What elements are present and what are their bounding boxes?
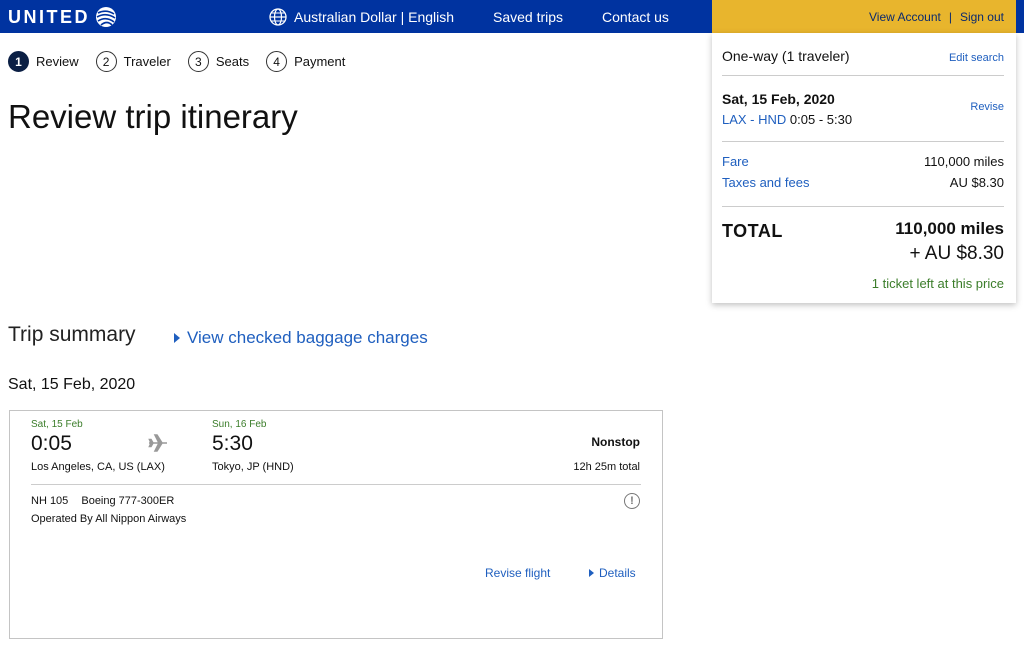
arrival-date: Sun, 16 Feb: [212, 419, 267, 430]
language-currency-selector[interactable]: Australian Dollar | English: [269, 0, 454, 33]
stops-label: Nonstop: [591, 435, 640, 449]
booking-stepper: 1 Review 2 Traveler 3 Seats 4 Payment: [8, 51, 362, 72]
departure-date: Sat, 15 Feb: [31, 419, 83, 430]
step-label: Review: [36, 54, 79, 69]
step-label: Payment: [294, 54, 346, 69]
fare-row: Fare 110,000 miles: [722, 154, 1004, 169]
account-bar: View Account | Sign out: [712, 0, 1016, 33]
united-logo[interactable]: UNITED: [8, 7, 118, 27]
caret-right-icon: [589, 569, 594, 577]
fare-link[interactable]: Fare: [722, 154, 749, 169]
language-label: Australian Dollar | English: [294, 8, 455, 25]
saved-trips-link[interactable]: Saved trips: [493, 0, 563, 33]
taxes-fees-link[interactable]: Taxes and fees: [722, 175, 809, 190]
logo-wordmark: UNITED: [8, 6, 90, 27]
summary-flight-date: Sat, 15 Feb, 2020: [722, 91, 835, 107]
departure-time: 0:05: [31, 432, 72, 455]
ticket-availability-note: 1 ticket left at this price: [871, 276, 1004, 291]
arrival-time: 5:30: [212, 432, 253, 455]
total-row: TOTAL 110,000 miles + AU $8.30: [722, 219, 1004, 265]
operated-by: Operated By All Nippon Airways: [31, 513, 187, 525]
edit-search-link[interactable]: Edit search: [949, 52, 1004, 64]
summary-divider: [722, 206, 1004, 207]
summary-divider: [722, 141, 1004, 142]
details-label: Details: [599, 566, 636, 580]
price-summary-panel: One-way (1 traveler) Edit search Sat, 15…: [712, 33, 1016, 303]
revise-link[interactable]: Revise: [970, 101, 1004, 113]
summary-times: 0:05 - 5:30: [789, 112, 853, 127]
step-number: 1: [8, 51, 29, 72]
account-separator: |: [948, 9, 952, 24]
revise-flight-link[interactable]: Revise flight: [485, 566, 550, 580]
details-link[interactable]: Details: [589, 566, 636, 580]
taxes-row: Taxes and fees AU $8.30: [722, 175, 1004, 190]
total-label: TOTAL: [722, 221, 783, 241]
baggage-charges-link[interactable]: View checked baggage charges: [174, 328, 428, 348]
flight-number: NH 105: [31, 495, 69, 507]
step-review[interactable]: 1 Review: [8, 51, 79, 72]
step-seats[interactable]: 3 Seats: [187, 51, 250, 72]
total-miles: 110,000 miles: [895, 219, 1004, 238]
contact-us-link[interactable]: Contact us: [602, 0, 669, 33]
step-number: 3: [187, 51, 209, 72]
duration-link[interactable]: 12h 25m total: [573, 461, 640, 473]
fare-value: 110,000 miles: [924, 154, 1004, 169]
sign-out-link[interactable]: Sign out: [960, 10, 1004, 24]
aircraft-type: Boeing 777-300ER: [81, 495, 175, 507]
arrival-city: Tokyo, JP (HND): [212, 461, 294, 473]
info-icon[interactable]: !: [624, 493, 640, 509]
baggage-link-label: View checked baggage charges: [187, 328, 428, 347]
caret-right-icon: [174, 333, 180, 343]
view-account-link[interactable]: View Account: [869, 10, 941, 24]
step-traveler[interactable]: 2 Traveler: [95, 51, 171, 72]
summary-divider: [722, 75, 1004, 76]
trip-date: Sat, 15 Feb, 2020: [8, 376, 136, 393]
step-number: 2: [95, 51, 117, 72]
trip-type-row: One-way (1 traveler) Edit search: [722, 48, 1004, 64]
globe-logo-icon: [96, 7, 116, 27]
flight-info-row: NH 105 Boeing 777-300ER: [31, 495, 174, 507]
summary-route-row: LAX - HND 0:05 - 5:30: [722, 112, 1004, 127]
card-divider: [31, 484, 641, 485]
trip-type: One-way (1 traveler): [722, 48, 850, 64]
trip-summary-heading: Trip summary: [8, 323, 136, 346]
step-payment[interactable]: 4 Payment: [266, 51, 345, 72]
airplane-icon: [148, 434, 167, 452]
page-title: Review trip itinerary: [8, 98, 298, 135]
step-number: 4: [266, 51, 288, 72]
flight-segment-card: Sat, 15 Feb 0:05 Los Angeles, CA, US (LA…: [9, 410, 663, 639]
taxes-value: AU $8.30: [949, 175, 1004, 190]
total-values: 110,000 miles + AU $8.30: [895, 219, 1004, 265]
summary-route-link[interactable]: LAX - HND: [722, 112, 786, 127]
total-cash: + AU $8.30: [909, 243, 1004, 264]
departure-city: Los Angeles, CA, US (LAX): [31, 461, 165, 473]
step-label: Traveler: [123, 54, 171, 69]
step-label: Seats: [215, 54, 250, 69]
globe-icon: [269, 7, 287, 26]
